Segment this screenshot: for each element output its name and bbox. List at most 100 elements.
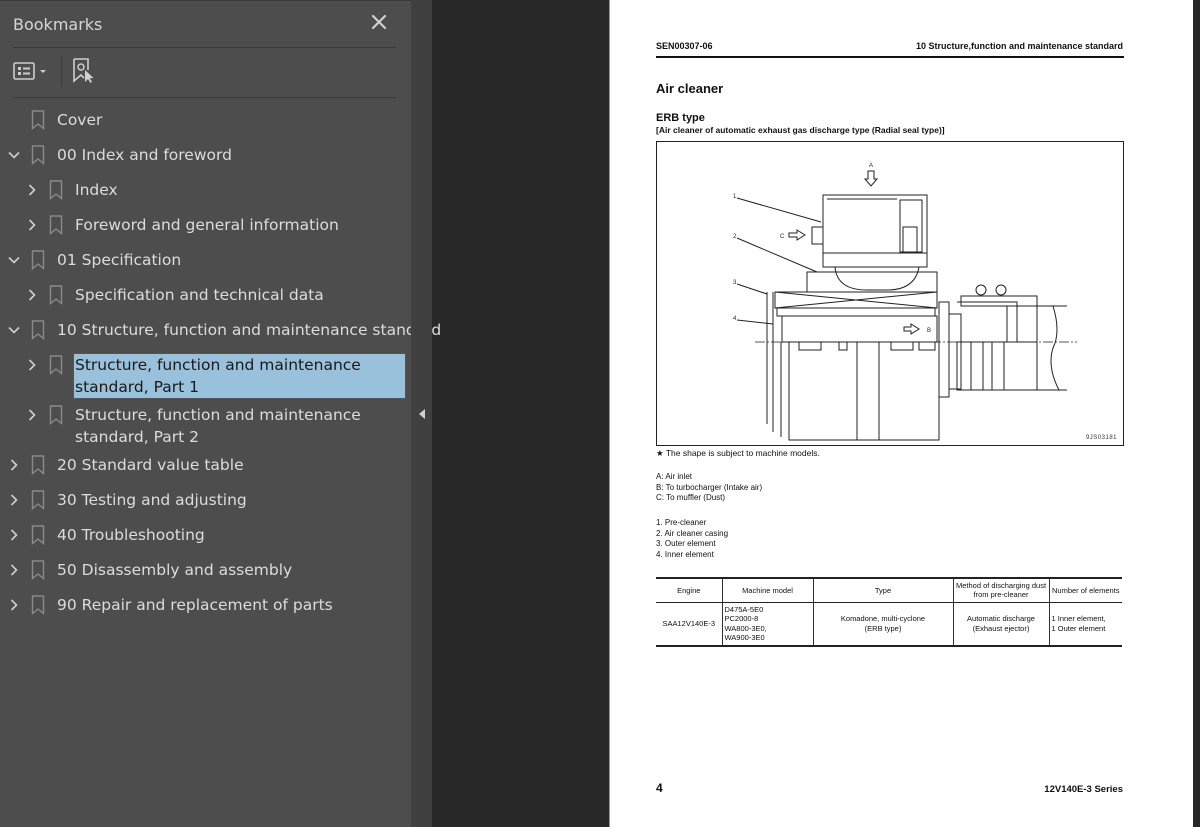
chevron-down-icon[interactable] [7,322,21,336]
chevron-right-icon[interactable] [25,407,39,421]
column-header: Machine model [721,577,813,603]
bookmark-icon [31,455,45,475]
air-cleaner-drawing: A C B 1 2 3 4 [733,163,1077,441]
callout-2: 2 [733,234,737,240]
chevron-right-icon[interactable] [25,287,39,301]
panel-title: Bookmarks [13,15,103,34]
bookmark-item[interactable]: 20 Standard value table [0,447,411,482]
bookmark-item[interactable]: Specification and technical data [0,277,411,312]
bookmark-item[interactable]: 01 Specification [0,242,411,277]
callout-3: 3 [733,280,737,286]
type-cell: Komadone, multi-cyclone (ERB type) [812,602,953,647]
bookmarks-toolbar [13,49,396,98]
legend-line: B: To turbocharger (Intake air) [656,482,763,492]
elements-line: 1 Inner element, [1051,614,1106,624]
bookmark-item[interactable]: 90 Repair and replacement of parts [0,587,411,622]
chevron-right-icon[interactable] [25,182,39,196]
chevron-right-icon[interactable] [7,527,21,541]
bookmark-icon [31,110,45,130]
find-current-bookmark-button[interactable] [71,57,99,85]
chevron-right-icon[interactable] [7,597,21,611]
footer-series: 12V140E-3 Series [1044,784,1123,795]
elements-cell: 1 Inner element, 1 Outer element [1048,602,1122,647]
bookmark-icon [31,145,45,165]
column-header: Engine [656,577,722,603]
air-cleaner-diagram: A C B 1 2 3 4 9JS03181 [656,141,1124,446]
find-current-bookmark-icon [73,58,94,83]
legend-line: 2. Air cleaner casing [656,528,729,538]
bookmark-label: 00 Index and foreword [57,146,232,164]
bookmark-label: Structure, function and maintenance stan… [73,353,406,399]
bookmark-label: 90 Repair and replacement of parts [57,596,333,614]
bookmark-item[interactable]: 00 Index and foreword [0,137,411,172]
bookmark-item[interactable]: 50 Disassembly and assembly [0,552,411,587]
bookmark-label: 01 Specification [57,251,182,269]
viewer-margin [1193,0,1200,827]
bookmark-label: Specification and technical data [75,286,324,304]
section-header: 10 Structure,function and maintenance st… [915,41,1123,51]
bookmark-icon [49,180,63,200]
chevron-right-icon[interactable] [25,217,39,231]
callout-4: 4 [733,316,737,322]
arrow-legend: A: Air inlet B: To turbocharger (Intake … [656,472,762,504]
header-rule [656,56,1124,58]
method-line: (Exhaust ejector) [972,623,1030,633]
bookmark-label: Cover [57,111,103,129]
bookmark-tree: Cover 00 Index and foreword Index Foreword … [0,102,441,622]
chevron-down-icon[interactable] [7,252,21,266]
document-page: SEN00307-06 10 Structure,function and ma… [609,0,1193,827]
bookmark-icon [49,405,63,425]
bookmark-item[interactable]: Cover [0,102,411,137]
bookmark-icon [49,285,63,305]
arrow-label-b: B [927,328,931,334]
model-line: WA900-3E0 [724,633,765,643]
bookmark-item[interactable]: 30 Testing and adjusting [0,482,411,517]
bookmarks-header: Bookmarks [13,1,396,48]
bookmark-item[interactable]: Structure, function and maintenance stan… [0,347,411,399]
chevron-right-icon[interactable] [7,492,21,506]
figure-code: 9JS03181 [1085,435,1117,441]
method-cell: Automatic discharge (Exhaust ejector) [952,602,1049,647]
page-subtitle-detail: [Air cleaner of automatic exhaust gas di… [656,125,945,135]
model-line: WA800-3E0, [724,623,767,633]
engine-cell: SAA12V140E-3 [656,602,722,647]
figure-note: ★ The shape is subject to machine models… [656,448,820,458]
type-line: Komadone, multi-cyclone [840,614,926,624]
collapse-left-icon [419,409,425,419]
chevron-right-icon[interactable] [7,562,21,576]
bookmark-icon [31,250,45,270]
bookmark-item[interactable]: Index [0,172,411,207]
type-line: (ERB type) [864,623,902,633]
parts-legend: 1. Pre-cleaner 2. Air cleaner casing 3. … [656,518,728,560]
bookmark-item[interactable]: Structure, function and maintenance stan… [0,397,411,447]
bookmark-icon [31,490,45,510]
legend-line: C: To muffler (Dust) [656,493,726,502]
column-header: Method of discharging dust from pre-clea… [952,577,1049,603]
chevron-right-icon[interactable] [25,357,39,371]
legend-line: 3. Outer element [656,539,716,548]
bookmark-label: Structure, function and maintenance stan… [75,406,361,446]
bookmarks-panel: Bookmarks Cover 00 Index and foreword In… [0,0,441,827]
bookmark-icon [31,525,45,545]
bookmark-icon [49,355,63,375]
bookmark-item[interactable]: Foreword and general information [0,207,411,242]
list-options-button[interactable] [13,60,57,84]
chevron-down-icon[interactable] [7,147,21,161]
callout-1: 1 [733,194,737,200]
model-line: PC2000-8 [724,614,759,624]
table-header-row: Engine Machine model Type Method of disc… [656,577,1122,603]
legend-line: A: Air inlet [656,472,693,481]
chevron-right-icon[interactable] [7,457,21,471]
arrow-label-a: A [869,163,873,169]
bookmark-label: 10 Structure, function and maintenance s… [57,321,442,339]
column-header: Number of elements [1048,577,1122,603]
collapse-panel-button[interactable] [416,406,428,422]
bookmark-label: 50 Disassembly and assembly [57,561,293,579]
close-icon[interactable] [369,12,389,32]
bookmark-label: Foreword and general information [75,216,339,234]
bookmark-icon [31,595,45,615]
bookmark-label: 20 Standard value table [57,456,244,474]
bookmark-item[interactable]: 10 Structure, function and maintenance s… [0,312,441,347]
bookmark-label: Index [75,181,118,199]
bookmark-item[interactable]: 40 Troubleshooting [0,517,411,552]
